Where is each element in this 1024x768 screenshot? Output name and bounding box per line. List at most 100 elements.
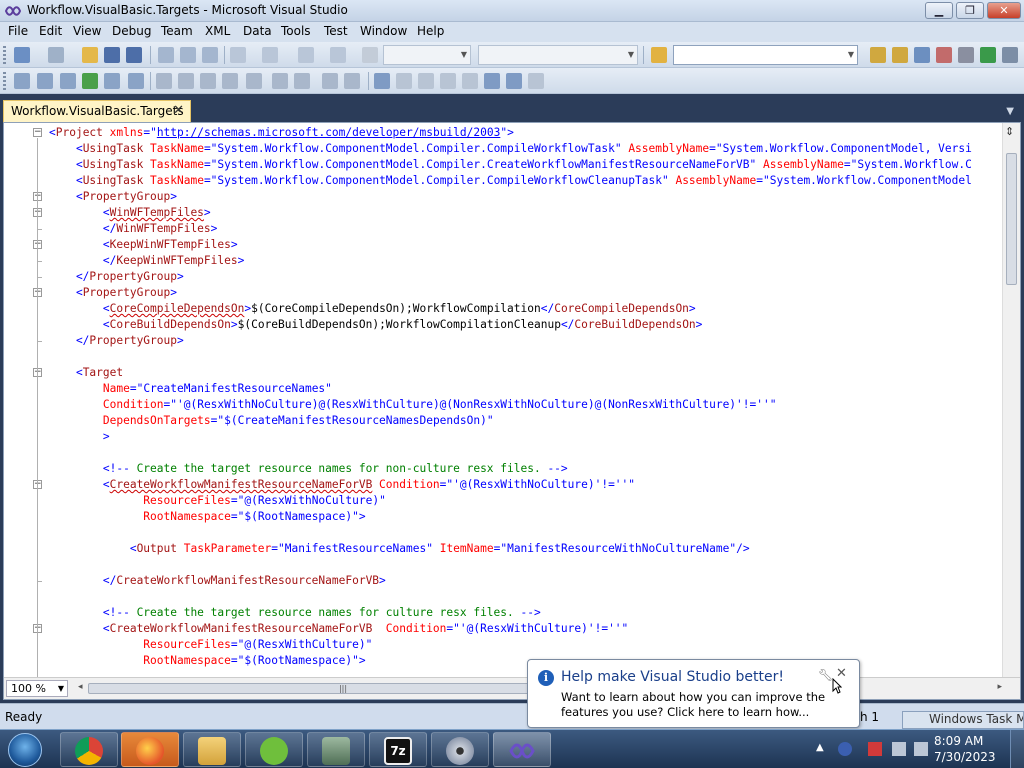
monitor-app-taskbar-button[interactable] — [307, 732, 365, 767]
configuration-select[interactable]: ▼ — [383, 45, 471, 65]
volume-muted-icon[interactable] — [914, 742, 928, 756]
menu-edit[interactable]: Edit — [39, 24, 62, 38]
save-icon[interactable] — [104, 47, 120, 63]
show-xslt-output-icon[interactable] — [60, 73, 76, 89]
notification-balloon[interactable]: i Help make Visual Studio better! 🔧︎ ✕ W… — [527, 659, 860, 728]
code-line[interactable]: Condition="'@(ResxWithNoCulture)@(ResxWi… — [49, 397, 777, 413]
horizontal-scroll-thumb[interactable]: ||| — [88, 683, 598, 694]
previous-bookmark-icon[interactable] — [396, 73, 412, 89]
schemas-icon[interactable] — [37, 73, 53, 89]
bookmark-toggle-icon[interactable] — [374, 73, 390, 89]
clear-bookmarks-icon[interactable] — [528, 73, 544, 89]
clock-time[interactable]: 8:09 AM — [934, 734, 983, 748]
next-bookmark-in-document-icon[interactable] — [506, 73, 522, 89]
code-line[interactable]: ResourceFiles="@(ResxWithCulture)" — [49, 637, 372, 653]
network-icon[interactable] — [892, 742, 906, 756]
visual-studio-taskbar-button[interactable] — [493, 732, 551, 767]
paste-icon[interactable] — [202, 47, 218, 63]
code-text[interactable]: <Project xmlns="http://schemas.microsoft… — [45, 123, 1002, 679]
code-line[interactable]: ResourceFiles="@(ResxWithNoCulture)" — [49, 493, 386, 509]
complete-word-icon[interactable] — [222, 73, 238, 89]
code-line[interactable]: RootNamespace="$(RootNamespace)"> — [49, 653, 365, 669]
find-in-files-icon[interactable] — [651, 47, 667, 63]
next-bookmark-in-folder-icon[interactable] — [462, 73, 478, 89]
menu-window[interactable]: Window — [360, 24, 407, 38]
code-line[interactable]: <WinWFTempFiles> — [49, 205, 211, 221]
code-line[interactable]: </KeepWinWFTempFiles> — [49, 253, 244, 269]
maximize-button[interactable]: ❐ — [956, 2, 984, 19]
start-page-icon[interactable] — [980, 47, 996, 63]
open-file-icon[interactable] — [82, 47, 98, 63]
close-tab-icon[interactable]: ✕ — [173, 103, 184, 118]
start-button[interactable] — [4, 732, 48, 768]
cut-icon[interactable] — [158, 47, 174, 63]
menu-help[interactable]: Help — [417, 24, 444, 38]
display-object-icon[interactable] — [156, 73, 172, 89]
code-line[interactable]: <CoreCompileDependsOn>$(CoreCompileDepen… — [49, 301, 696, 317]
scroll-left-icon[interactable]: ◂ — [78, 682, 83, 692]
parameter-info-icon[interactable] — [178, 73, 194, 89]
code-line[interactable]: <Target — [49, 365, 123, 381]
code-line[interactable]: <CreateWorkflowManifestResourceNameForVB… — [49, 477, 635, 493]
clock-date[interactable]: 7/30/2023 — [934, 750, 996, 764]
toolbar-grip[interactable] — [3, 46, 6, 64]
save-all-icon[interactable] — [126, 47, 142, 63]
xml-options-icon[interactable] — [128, 73, 144, 89]
utorrent-taskbar-button[interactable] — [245, 732, 303, 767]
vertical-scroll-thumb[interactable] — [1006, 153, 1017, 285]
code-line[interactable]: <Project xmlns="http://schemas.microsoft… — [49, 125, 514, 141]
code-line[interactable]: <!-- Create the target resource names fo… — [49, 461, 568, 477]
navigate-forward-icon[interactable] — [330, 47, 346, 63]
firefox-taskbar-button[interactable] — [121, 732, 179, 767]
code-line[interactable]: <UsingTask TaskName="System.Workflow.Com… — [49, 141, 972, 157]
action-center-icon[interactable] — [868, 742, 882, 756]
visual-studio-tray-icon[interactable] — [838, 742, 852, 756]
toolbox-icon[interactable] — [936, 47, 952, 63]
menu-xml[interactable]: XML — [205, 24, 230, 38]
new-project-icon[interactable] — [14, 47, 30, 63]
code-line[interactable]: <CreateWorkflowManifestResourceNameForVB… — [49, 621, 628, 637]
toolbar-grip[interactable] — [3, 72, 6, 90]
menu-debug[interactable]: Debug — [112, 24, 151, 38]
object-browser-icon[interactable] — [914, 47, 930, 63]
toolbar-options-icon[interactable] — [1002, 47, 1018, 63]
code-line[interactable]: <UsingTask TaskName="System.Workflow.Com… — [49, 173, 972, 189]
create-schema-icon[interactable] — [14, 73, 30, 89]
menu-tools[interactable]: Tools — [281, 24, 311, 38]
dvd-player-taskbar-button[interactable] — [431, 732, 489, 767]
scroll-right-icon[interactable]: ▸ — [997, 682, 1002, 692]
xml-icon[interactable] — [104, 73, 120, 89]
properties-icon[interactable] — [892, 47, 908, 63]
explorer-taskbar-button[interactable] — [183, 732, 241, 767]
previous-bookmark-in-document-icon[interactable] — [484, 73, 500, 89]
decrease-indent-icon[interactable] — [272, 73, 288, 89]
show-hidden-icons-icon[interactable]: ▲ — [816, 742, 830, 756]
show-desktop-button[interactable] — [1010, 730, 1024, 768]
notification-title[interactable]: Help make Visual Studio better! — [561, 669, 784, 685]
document-tab[interactable]: Workflow.VisualBasic.Targets ✕ — [3, 100, 191, 122]
code-line[interactable]: <CoreBuildDependsOn>$(CoreBuildDependsOn… — [49, 317, 703, 333]
split-window-icon[interactable]: ⇕ — [1005, 125, 1014, 138]
tab-list-dropdown-icon[interactable]: ▼ — [1006, 106, 1014, 117]
tools-icon[interactable] — [958, 47, 974, 63]
menu-data[interactable]: Data — [243, 24, 272, 38]
task-manager-window-button[interactable]: Windows Task Ma — [902, 711, 1024, 729]
quick-info-icon[interactable] — [200, 73, 216, 89]
minimize-button[interactable]: ▁ — [925, 2, 953, 19]
previous-bookmark-in-folder-icon[interactable] — [440, 73, 456, 89]
find-combo[interactable]: ▼ — [673, 45, 858, 65]
code-line[interactable]: </PropertyGroup> — [49, 269, 184, 285]
code-line[interactable]: Name="CreateManifestResourceNames" — [49, 381, 332, 397]
code-line[interactable]: </WinWFTempFiles> — [49, 221, 218, 237]
notification-body[interactable]: Want to learn about how you can improve … — [561, 690, 856, 720]
comment-lines-icon[interactable] — [322, 73, 338, 89]
code-line[interactable]: <PropertyGroup> — [49, 285, 177, 301]
debug-xslt-icon[interactable] — [82, 73, 98, 89]
platform-select[interactable]: ▼ — [478, 45, 638, 65]
code-editor[interactable]: −−−−−−−− <Project xmlns="http://schemas.… — [3, 122, 1021, 700]
close-button[interactable]: ✕ — [987, 2, 1021, 19]
code-line[interactable]: <Output TaskParameter="ManifestResourceN… — [49, 541, 750, 557]
wrench-icon[interactable]: 🔧︎ — [818, 668, 833, 682]
menu-team[interactable]: Team — [161, 24, 193, 38]
zoom-select[interactable]: 100 % ▼ — [6, 680, 68, 697]
